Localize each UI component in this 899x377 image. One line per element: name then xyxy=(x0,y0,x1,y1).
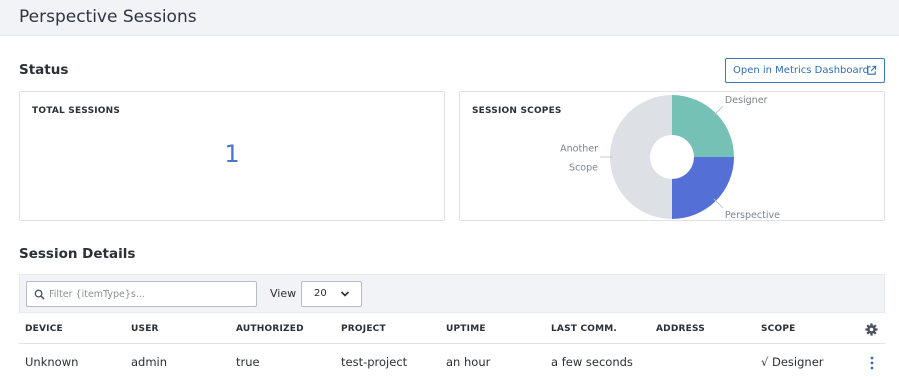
view-count-select[interactable]: 20 xyxy=(301,281,362,307)
external-link-icon xyxy=(867,65,877,75)
total-sessions-card: TOTAL SESSIONS 1 xyxy=(19,91,445,221)
column-header-address[interactable]: ADDRESS xyxy=(656,324,705,334)
page-header: Perspective Sessions xyxy=(0,0,899,36)
pie-label-another-scope: Scope xyxy=(569,163,598,174)
view-count-value: 20 xyxy=(314,288,327,299)
pie-label-designer: Designer xyxy=(725,95,768,106)
open-metrics-dashboard-button[interactable]: Open in Metrics Dashboard xyxy=(725,58,885,83)
session-scopes-card: SESSION SCOPES Designer Perspective Anothe… xyxy=(459,91,885,221)
column-header-project[interactable]: PROJECT xyxy=(341,324,386,334)
total-sessions-title: TOTAL SESSIONS xyxy=(32,106,121,116)
view-label: View xyxy=(270,287,297,300)
chevron-down-icon xyxy=(340,291,350,297)
column-header-device[interactable]: DEVICE xyxy=(25,324,63,334)
cell-scope: √ Designer xyxy=(761,355,824,369)
cell-authorized: true xyxy=(236,355,260,369)
cell-last-comm: a few seconds xyxy=(551,355,633,369)
session-details-title: Session Details xyxy=(19,246,136,262)
pie-leader-designer xyxy=(713,105,724,116)
table-header-divider xyxy=(19,343,885,344)
column-header-uptime[interactable]: UPTIME xyxy=(446,324,486,334)
total-sessions-value: 1 xyxy=(224,140,240,168)
page-title: Perspective Sessions xyxy=(19,7,197,27)
column-header-authorized[interactable]: AUTHORIZED xyxy=(236,324,304,334)
kebab-menu-icon[interactable] xyxy=(866,355,878,371)
pie-label-perspective: Perspective xyxy=(725,210,780,220)
filter-input[interactable] xyxy=(49,287,249,302)
session-toolbar: View 20 xyxy=(19,274,885,313)
gear-icon[interactable] xyxy=(865,323,878,336)
cell-project: test-project xyxy=(341,355,408,369)
column-header-user[interactable]: USER xyxy=(131,324,159,334)
pie-label-another-scope: Another xyxy=(560,144,598,155)
cell-uptime: an hour xyxy=(446,355,491,369)
search-icon xyxy=(34,289,45,300)
session-scopes-pie-chart: Designer Perspective Another Scope xyxy=(560,95,780,220)
pie-slice-another-scope[interactable] xyxy=(610,95,672,219)
pie-leader-perspective xyxy=(713,198,724,209)
column-header-scope[interactable]: SCOPE xyxy=(761,324,795,334)
cell-user: admin xyxy=(131,355,168,369)
cell-device: Unknown xyxy=(25,355,79,369)
metrics-button-label: Open in Metrics Dashboard xyxy=(733,65,869,76)
filter-field[interactable] xyxy=(26,281,257,307)
status-section-title: Status xyxy=(19,62,69,78)
column-header-last-comm[interactable]: LAST COMM. xyxy=(551,324,617,334)
